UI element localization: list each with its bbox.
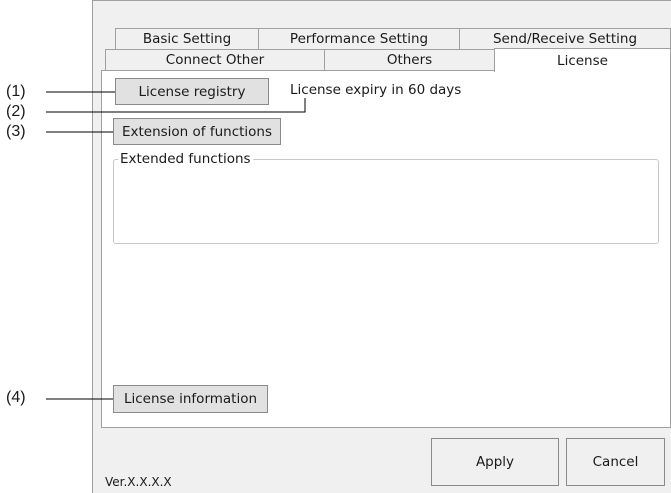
tab-basic-setting[interactable]: Basic Setting [115,28,259,50]
tab-send-receive-setting[interactable]: Send/Receive Setting [459,28,671,50]
tab-connect-other[interactable]: Connect Other [105,49,325,71]
callout-label-2: (2) [6,103,26,120]
apply-button[interactable]: Apply [431,438,559,486]
extended-functions-label: Extended functions [118,151,253,167]
callout-label-3: (3) [6,123,26,140]
callout-label-1: (1) [6,83,26,100]
tab-others[interactable]: Others [324,49,495,71]
extended-functions-group [113,159,659,244]
extension-of-functions-button[interactable]: Extension of functions [113,118,281,145]
version-text: Ver.X.X.X.X [105,475,172,489]
license-information-button[interactable]: License information [113,385,268,413]
cancel-button[interactable]: Cancel [566,438,665,486]
callout-label-4: (4) [6,389,26,406]
tab-license[interactable]: License [494,48,671,72]
license-expiry-text: License expiry in 60 days [290,82,462,98]
license-registry-button[interactable]: License registry [115,78,269,105]
tab-performance-setting[interactable]: Performance Setting [258,28,460,50]
